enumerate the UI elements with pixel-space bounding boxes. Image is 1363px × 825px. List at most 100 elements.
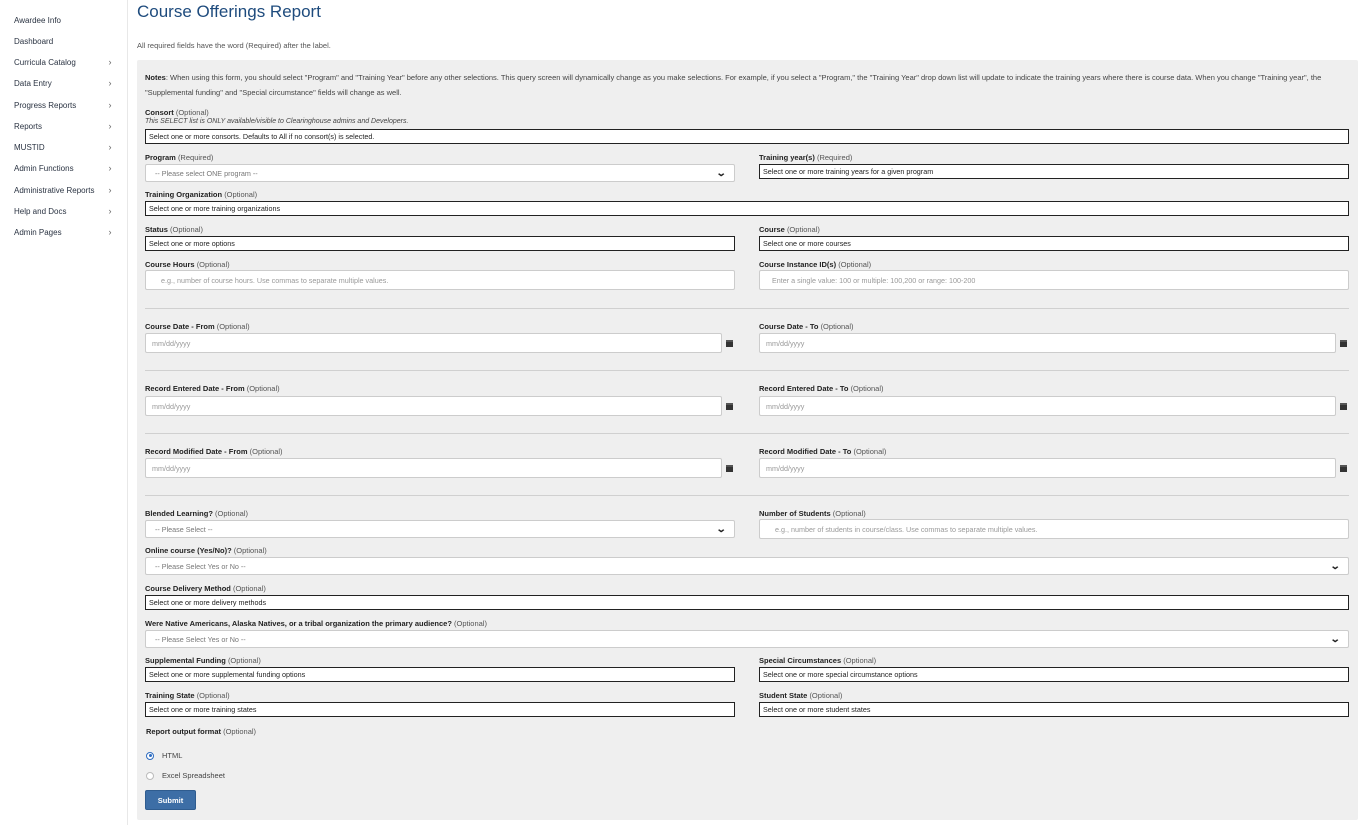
training-year-select[interactable]: Select one or more training years for a … xyxy=(759,164,1349,179)
label-qualifier: (Optional) xyxy=(224,190,258,199)
course-label: Course (Optional) xyxy=(759,225,820,234)
label-qualifier: (Optional) xyxy=(196,260,230,269)
sidebar-item-administrative-reports[interactable]: Administrative Reports › xyxy=(14,181,114,199)
label-qualifier: (Optional) xyxy=(196,691,230,700)
select-value: -- Please Select Yes or No -- xyxy=(155,634,246,644)
divider xyxy=(145,370,1349,371)
status-select[interactable]: Select one or more options xyxy=(145,236,735,251)
chevron-right-icon: › xyxy=(108,227,112,237)
sidebar-item-admin-pages[interactable]: Admin Pages › xyxy=(14,223,114,241)
training-year-label: Training year(s) (Required) xyxy=(759,153,852,162)
course-instance-input[interactable]: Enter a single value: 100 or multiple: 1… xyxy=(759,270,1349,290)
sidebar-item-awardee-info[interactable]: Awardee Info xyxy=(14,11,114,29)
sidebar-item-help-and-docs[interactable]: Help and Docs › xyxy=(14,202,114,220)
chevron-right-icon: › xyxy=(108,163,112,173)
entered-from-label: Record Entered Date - From (Optional) xyxy=(145,384,280,393)
training-state-select[interactable]: Select one or more training states xyxy=(145,702,735,717)
program-select[interactable]: -- Please select ONE program -- ⌄ xyxy=(145,164,735,182)
label-qualifier: (Optional) xyxy=(249,447,283,456)
chevron-right-icon: › xyxy=(108,121,112,131)
output-excel-radio[interactable]: Excel Spreadsheet xyxy=(146,771,225,780)
sidebar-item-mustid[interactable]: MUSTID › xyxy=(14,138,114,156)
delivery-select[interactable]: Select one or more delivery methods xyxy=(145,595,1349,610)
select-value: -- Please select ONE program -- xyxy=(155,168,258,178)
online-select[interactable]: -- Please Select Yes or No -- ⌄ xyxy=(145,557,1349,575)
chevron-right-icon: › xyxy=(108,206,112,216)
divider xyxy=(145,308,1349,309)
label-qualifier: (Optional) xyxy=(850,384,884,393)
label-bound: From xyxy=(228,447,248,456)
native-select[interactable]: -- Please Select Yes or No -- ⌄ xyxy=(145,630,1349,648)
calendar-icon[interactable] xyxy=(723,396,736,416)
course-date-from-input[interactable]: mm/dd/yyyy xyxy=(145,333,722,353)
label-main: Training State xyxy=(145,691,195,700)
chevron-right-icon: › xyxy=(108,142,112,152)
label-main: Blended Learning? xyxy=(145,509,213,518)
status-label: Status (Optional) xyxy=(145,225,203,234)
sidebar-item-label: Administrative Reports xyxy=(14,185,95,195)
chevron-right-icon: › xyxy=(108,78,112,88)
program-label: Program (Required) xyxy=(145,153,213,162)
entered-to-input[interactable]: mm/dd/yyyy xyxy=(759,396,1336,416)
sidebar-item-data-entry[interactable]: Data Entry › xyxy=(14,74,114,92)
blended-label: Blended Learning? (Optional) xyxy=(145,509,248,518)
calendar-icon[interactable] xyxy=(1337,333,1350,353)
label-qualifier: (Optional) xyxy=(170,225,203,234)
sidebar-item-curricula-catalog[interactable]: Curricula Catalog › xyxy=(14,53,114,71)
radio-label: Excel Spreadsheet xyxy=(162,771,225,780)
course-hours-input[interactable]: e.g., number of course hours. Use commas… xyxy=(145,270,735,290)
submit-button[interactable]: Submit xyxy=(145,790,196,810)
label-qualifier: (Required) xyxy=(177,153,214,162)
course-date-from-label: Course Date - From (Optional) xyxy=(145,322,250,331)
calendar-icon[interactable] xyxy=(1337,396,1350,416)
chevron-down-icon: ⌄ xyxy=(1329,633,1341,645)
modified-to-input[interactable]: mm/dd/yyyy xyxy=(759,458,1336,478)
chevron-right-icon: › xyxy=(108,100,112,110)
sidebar-item-label: MUSTID xyxy=(14,142,45,152)
label-qualifier: (Optional) xyxy=(246,384,280,393)
label-sep: - xyxy=(836,447,843,456)
sidebar-item-progress-reports[interactable]: Progress Reports › xyxy=(14,96,114,114)
label-bound: To xyxy=(839,384,849,393)
label-qualifier: (Optional) xyxy=(853,447,887,456)
radio-unchecked-icon[interactable] xyxy=(146,771,154,780)
label-sep: - xyxy=(189,322,196,331)
sidebar-item-label: Dashboard xyxy=(14,36,54,46)
sidebar-item-admin-functions[interactable]: Admin Functions › xyxy=(14,159,114,177)
modified-from-input[interactable]: mm/dd/yyyy xyxy=(145,458,722,478)
student-state-label: Student State (Optional) xyxy=(759,691,842,700)
training-org-label: Training Organization (Optional) xyxy=(145,190,257,199)
num-students-input[interactable]: e.g., number of students in course/class… xyxy=(759,519,1349,539)
label-main: Number of Students xyxy=(759,509,831,518)
calendar-icon[interactable] xyxy=(723,333,736,353)
course-select[interactable]: Select one or more courses xyxy=(759,236,1349,251)
label-main: Course xyxy=(759,225,785,234)
radio-checked-icon[interactable] xyxy=(146,751,154,760)
output-html-radio[interactable]: HTML xyxy=(146,751,182,760)
label-main: Training year(s) xyxy=(759,153,815,162)
course-date-to-input[interactable]: mm/dd/yyyy xyxy=(759,333,1336,353)
label-bound: From xyxy=(195,322,215,331)
radio-label: HTML xyxy=(162,751,183,760)
label-qualifier: (Optional) xyxy=(215,509,248,518)
chevron-down-icon: ⌄ xyxy=(715,167,727,179)
sidebar-item-dashboard[interactable]: Dashboard xyxy=(14,32,114,50)
special-select[interactable]: Select one or more special circumstance … xyxy=(759,667,1349,682)
entered-from-input[interactable]: mm/dd/yyyy xyxy=(145,396,722,416)
calendar-icon[interactable] xyxy=(1337,458,1350,478)
consort-select[interactable]: Select one or more consorts. Defaults to… xyxy=(145,129,1349,144)
label-qualifier: (Optional) xyxy=(809,691,843,700)
label-qualifier: (Required) xyxy=(816,153,853,162)
sidebar-item-reports[interactable]: Reports › xyxy=(14,117,114,135)
supplemental-select[interactable]: Select one or more supplemental funding … xyxy=(145,667,735,682)
label-main: Course Instance ID(s) xyxy=(759,260,837,269)
training-org-select[interactable]: Select one or more training organization… xyxy=(145,201,1349,216)
blended-select[interactable]: -- Please Select -- ⌄ xyxy=(145,520,735,538)
calendar-icon[interactable] xyxy=(723,458,736,478)
label-main: Course Hours xyxy=(145,260,195,269)
label-qualifier: (Optional) xyxy=(832,509,866,518)
label-qualifier: (Optional) xyxy=(227,656,261,665)
label-bound: From xyxy=(225,384,245,393)
label-main: Record Modified Date xyxy=(759,447,837,456)
student-state-select[interactable]: Select one or more student states xyxy=(759,702,1349,717)
